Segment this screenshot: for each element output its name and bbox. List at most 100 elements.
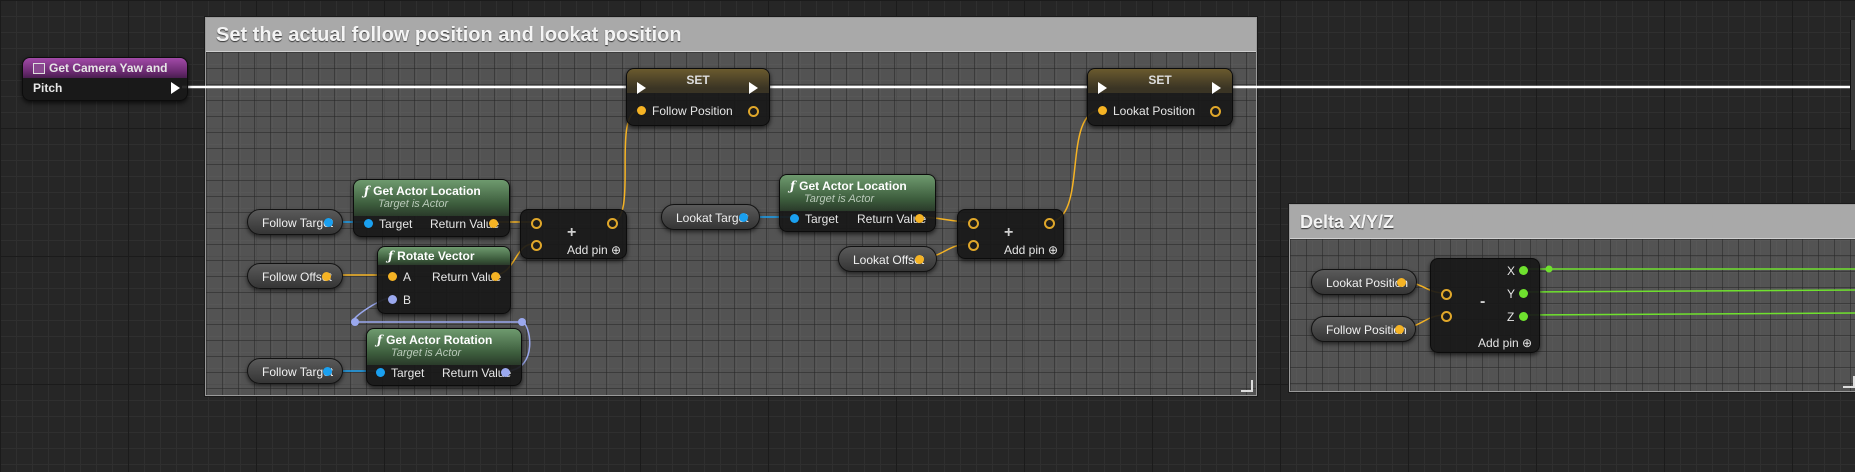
object-out-pin[interactable]: [324, 218, 333, 227]
pin-label: A: [403, 270, 412, 284]
vector-in-pin[interactable]: [1098, 106, 1107, 115]
node-subtitle: Target is Actor: [804, 193, 875, 205]
vector-in-pin[interactable]: [531, 240, 542, 251]
exec-in-pin[interactable]: [637, 82, 646, 94]
vector-out-pin[interactable]: [1044, 218, 1055, 229]
pin-label: Target: [379, 217, 413, 231]
node-header: SET: [627, 69, 769, 93]
pin-label: Z: [1507, 310, 1515, 324]
object-in-pin[interactable]: [364, 219, 373, 228]
vector-in-pin[interactable]: [968, 218, 979, 229]
node-header: ƒ Get Actor Rotation Target is Actor: [367, 329, 521, 365]
pin-label: Lookat Position: [1113, 104, 1196, 118]
variable-label: Lookat Position: [1326, 276, 1409, 290]
vector-out-pin[interactable]: [915, 255, 924, 264]
node-title: ƒ Rotate Vector: [388, 249, 475, 263]
rotator-in-pin[interactable]: [388, 295, 397, 304]
object-out-pin[interactable]: [739, 213, 748, 222]
object-in-pin[interactable]: [376, 368, 385, 377]
variable-lookat-position[interactable]: Lookat Position: [1311, 269, 1417, 295]
add-pin-button[interactable]: Add pin ⊕: [1478, 336, 1532, 350]
node-title: ƒ Get Actor Location: [364, 184, 481, 198]
node-subtitle: Target is Actor: [391, 347, 462, 359]
node-header: Get Camera Yaw and Pitch: [23, 58, 187, 95]
vector-out-pin[interactable]: [322, 272, 331, 281]
rotator-out-pin[interactable]: [501, 368, 510, 377]
add-pin-button[interactable]: Add pin ⊕: [567, 243, 621, 257]
node-title: SET: [686, 73, 710, 87]
vector-out-pin[interactable]: [491, 272, 500, 281]
node-title: Get Camera Yaw and Pitch: [33, 61, 168, 95]
float-out-pin[interactable]: [1519, 312, 1528, 321]
variable-label: Lookat Offset: [853, 253, 925, 267]
set-follow-position-node[interactable]: SET Follow Position: [626, 68, 770, 126]
reroute-knot[interactable]: [518, 318, 526, 326]
variable-follow-target[interactable]: Follow Target: [247, 358, 343, 384]
exec-in-pin[interactable]: [1098, 82, 1107, 94]
node-subtitle: Target is Actor: [378, 198, 449, 210]
add-vector-node[interactable]: + Add pin ⊕: [520, 209, 627, 259]
vector-out-pin[interactable]: [915, 214, 924, 223]
add-pin-button[interactable]: Add pin ⊕: [1004, 243, 1058, 257]
exec-out-pin[interactable]: [749, 82, 758, 94]
variable-label: Lookat Target: [676, 211, 749, 225]
operator-symbol: -: [1480, 293, 1486, 310]
vector-out-pin[interactable]: [748, 106, 759, 117]
node-header: ƒ Get Actor Location Target is Actor: [354, 180, 509, 216]
variable-follow-target[interactable]: Follow Target: [247, 209, 343, 235]
float-out-pin[interactable]: [1519, 289, 1528, 298]
variable-lookat-offset[interactable]: Lookat Offset: [838, 246, 937, 272]
pin-label: Follow Position: [652, 104, 733, 118]
function-icon: [33, 63, 45, 74]
reroute-knot[interactable]: [1545, 265, 1553, 273]
float-wire[interactable]: [1519, 289, 1855, 293]
pin-label: Target: [805, 212, 839, 226]
get-actor-location-node[interactable]: ƒ Get Actor Location Target is Actor Targ…: [353, 179, 510, 237]
get-actor-location-node[interactable]: ƒ Get Actor Location Target is Actor Targ…: [779, 174, 936, 232]
vector-out-pin[interactable]: [1395, 325, 1404, 334]
vector-out-pin[interactable]: [1210, 106, 1221, 117]
vector-in-pin[interactable]: [388, 272, 397, 281]
add-circle-icon: ⊕: [1522, 336, 1533, 350]
pin-label: Target: [391, 366, 425, 380]
get-actor-rotation-node[interactable]: ƒ Get Actor Rotation Target is Actor Targ…: [366, 328, 522, 386]
offscreen-node-edge[interactable]: [1850, 20, 1855, 150]
exec-out-pin[interactable]: [1212, 82, 1221, 94]
object-in-pin[interactable]: [790, 214, 799, 223]
rotate-vector-node[interactable]: ƒ Rotate Vector A Return Value B: [377, 246, 511, 314]
vector-wire[interactable]: [610, 109, 641, 223]
exec-out-pin[interactable]: [171, 82, 180, 94]
vector-in-pin[interactable]: [637, 106, 646, 115]
pin-label: X: [1507, 264, 1516, 278]
set-lookat-position-node[interactable]: SET Lookat Position: [1087, 68, 1233, 126]
add-circle-icon: ⊕: [1048, 243, 1059, 257]
variable-lookat-target[interactable]: Lookat Target: [661, 204, 760, 230]
node-header: SET: [1088, 69, 1232, 93]
node-title: ƒ Get Actor Location: [790, 179, 907, 193]
wire-layer: [182, 85, 1855, 372]
vector-wire[interactable]: [1047, 109, 1103, 223]
vector-out-pin[interactable]: [1397, 278, 1406, 287]
variable-follow-offset[interactable]: Follow Offset: [247, 263, 343, 289]
vector-in-pin[interactable]: [968, 240, 979, 251]
reroute-knot[interactable]: [351, 318, 359, 326]
subtract-vector-node[interactable]: - X Y Z Add pin ⊕: [1430, 258, 1540, 353]
variable-label: Follow Target: [262, 216, 334, 230]
pin-label: B: [403, 293, 412, 307]
get-camera-yaw-pitch-node[interactable]: Get Camera Yaw and Pitch: [22, 57, 188, 101]
vector-out-pin[interactable]: [489, 219, 498, 228]
vector-in-pin[interactable]: [1441, 311, 1452, 322]
float-out-pin[interactable]: [1519, 266, 1528, 275]
add-vector-node[interactable]: + Add pin ⊕: [957, 209, 1064, 259]
vector-in-pin[interactable]: [1441, 289, 1452, 300]
float-wire[interactable]: [1519, 312, 1855, 316]
operator-symbol: +: [567, 224, 577, 241]
vector-in-pin[interactable]: [531, 218, 542, 229]
node-title: ƒ Get Actor Rotation: [377, 333, 493, 347]
vector-out-pin[interactable]: [607, 218, 618, 229]
object-out-pin[interactable]: [323, 367, 332, 376]
operator-symbol: +: [1004, 224, 1014, 241]
node-header: ƒ Get Actor Location Target is Actor: [780, 175, 935, 211]
variable-follow-position[interactable]: Follow Position: [1311, 316, 1416, 342]
add-circle-icon: ⊕: [611, 243, 622, 257]
